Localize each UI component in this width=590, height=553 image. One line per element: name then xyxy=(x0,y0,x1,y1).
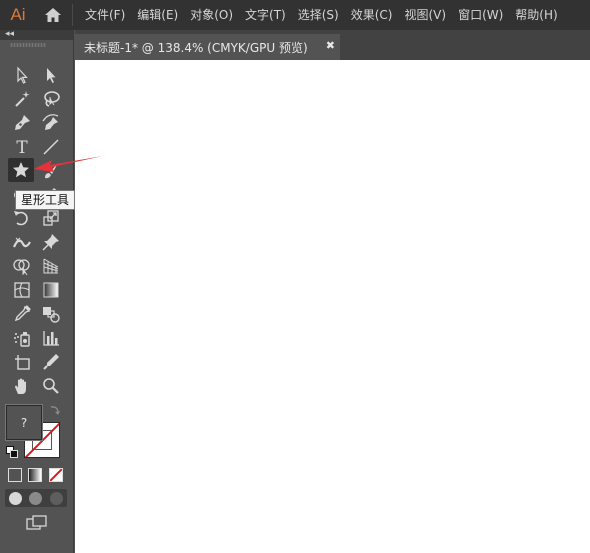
width-icon xyxy=(12,237,31,248)
fill-unknown-label: ? xyxy=(20,415,28,430)
illustrator-window: Ai 文件(F) 编辑(E) 对象(O) 文字(T) 选择(S) 效果(C) 视… xyxy=(0,0,590,553)
blend-icon xyxy=(43,307,60,323)
eyedropper-icon xyxy=(14,305,31,322)
mesh-icon xyxy=(14,282,30,298)
star-tool-tooltip: 星形工具 xyxy=(15,190,76,210)
gradient-tool[interactable] xyxy=(38,278,64,302)
swap-arrows-icon xyxy=(50,406,60,415)
shape-builder-tool[interactable] xyxy=(9,254,35,278)
color-mode-button[interactable] xyxy=(8,468,22,482)
pushpin-icon xyxy=(42,234,59,251)
menu-help[interactable]: 帮助(H) xyxy=(509,0,563,30)
screen-mode-icon[interactable] xyxy=(26,514,48,532)
direct-selection-tool[interactable] xyxy=(38,63,64,87)
artboard-tool[interactable] xyxy=(9,350,35,374)
star-icon xyxy=(13,162,29,178)
menu-type[interactable]: 文字(T) xyxy=(239,0,292,30)
knife-icon xyxy=(43,354,59,370)
magic-wand-tool[interactable] xyxy=(9,87,35,111)
shape-builder-icon xyxy=(13,259,30,276)
home-button[interactable] xyxy=(36,0,70,30)
rotate-icon xyxy=(14,211,28,226)
lasso-icon xyxy=(44,91,60,107)
column-graph-tool[interactable] xyxy=(38,326,64,350)
artboard-icon xyxy=(15,355,30,370)
type-icon: T xyxy=(16,138,28,157)
gradient-mode-button[interactable] xyxy=(28,468,42,482)
menu-effect[interactable]: 效果(C) xyxy=(345,0,399,30)
draw-behind-button[interactable] xyxy=(29,491,43,505)
hand-icon xyxy=(15,378,26,394)
document-tab-title: 未标题-1* @ 138.4% (CMYK/GPU 预览) xyxy=(84,40,308,55)
curvature-pen-icon xyxy=(42,114,59,130)
eyedropper-tool[interactable] xyxy=(9,302,35,326)
puppet-warp-tool[interactable] xyxy=(38,230,64,254)
hand-tool[interactable] xyxy=(9,374,35,398)
fill-swatch[interactable]: ? xyxy=(5,404,43,441)
menu-separator xyxy=(72,4,73,26)
menu-file[interactable]: 文件(F) xyxy=(79,0,131,30)
none-mode-button[interactable] xyxy=(49,468,63,482)
draw-inside-button[interactable] xyxy=(50,491,64,505)
red-arrow-annotation xyxy=(34,156,103,172)
pen-tool[interactable] xyxy=(9,111,35,135)
magnifier-icon xyxy=(43,378,59,394)
close-tab-button[interactable]: ✖ xyxy=(326,39,335,52)
curvature-tool[interactable] xyxy=(38,111,64,135)
scale-icon xyxy=(43,210,59,226)
collapse-panel-button[interactable]: ◂◂ xyxy=(5,29,14,39)
none-slash-icon xyxy=(50,469,62,481)
arrow-icon xyxy=(17,66,28,84)
tools-panel-header: ◂◂ xyxy=(0,29,73,40)
perspective-grid-icon xyxy=(43,258,59,274)
blend-tool[interactable] xyxy=(38,302,64,326)
drawing-modes xyxy=(5,489,67,507)
slice-tool[interactable] xyxy=(38,350,64,374)
menu-bar: Ai 文件(F) 编辑(E) 对象(O) 文字(T) 选择(S) 效果(C) 视… xyxy=(0,0,590,30)
mesh-tool[interactable] xyxy=(9,278,35,302)
default-fill-stroke-icon[interactable] xyxy=(6,446,18,458)
svg-text:T: T xyxy=(16,138,28,157)
app-logo: Ai xyxy=(10,5,26,24)
zoom-tool[interactable] xyxy=(38,374,64,398)
artboard-canvas[interactable] xyxy=(75,60,590,553)
document-tab[interactable]: 未标题-1* @ 138.4% (CMYK/GPU 预览) ✖ xyxy=(75,34,340,60)
menu-edit[interactable]: 编辑(E) xyxy=(131,0,184,30)
perspective-grid-tool[interactable] xyxy=(38,254,64,278)
document-tab-bar: 未标题-1* @ 138.4% (CMYK/GPU 预览) ✖ xyxy=(75,30,590,60)
lasso-tool[interactable] xyxy=(38,87,64,111)
gradient-icon xyxy=(43,282,59,298)
panel-grip-handle[interactable] xyxy=(10,43,46,47)
swap-fill-stroke-button[interactable] xyxy=(49,404,61,419)
white-arrow-icon xyxy=(47,68,56,83)
menu-select[interactable]: 选择(S) xyxy=(292,0,345,30)
pen-icon xyxy=(15,115,30,130)
menu-object[interactable]: 对象(O) xyxy=(184,0,239,30)
menu-view[interactable]: 视图(V) xyxy=(398,0,452,30)
menu-window[interactable]: 窗口(W) xyxy=(452,0,509,30)
width-tool[interactable] xyxy=(9,230,35,254)
bar-graph-icon xyxy=(43,331,59,346)
magic-wand-icon xyxy=(15,91,30,107)
draw-normal-button[interactable] xyxy=(8,491,22,505)
selection-tool[interactable] xyxy=(9,63,35,87)
symbol-sprayer-tool[interactable] xyxy=(9,326,35,350)
home-icon xyxy=(45,8,61,22)
symbol-sprayer-icon xyxy=(14,332,30,347)
